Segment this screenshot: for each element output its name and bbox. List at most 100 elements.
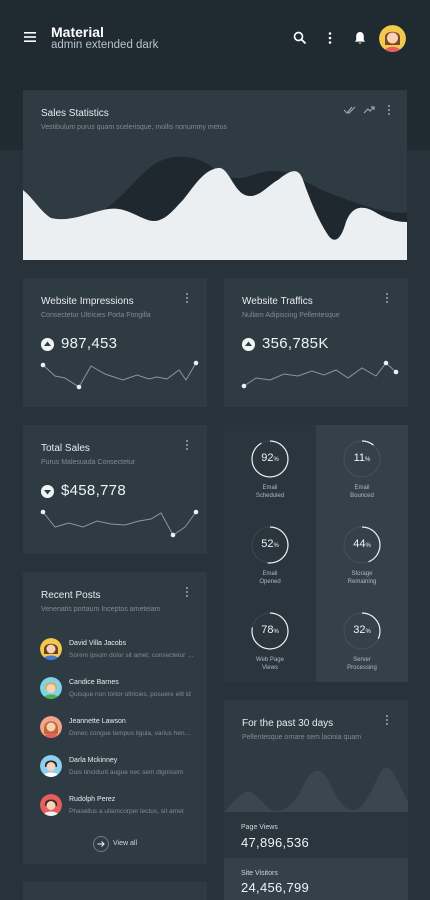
post-excerpt: Sorem ipsum dolor sit amet, consectetur …	[69, 652, 194, 659]
list-item[interactable]: Rudolph Perez Phasellus a ullamcorper le…	[23, 794, 207, 822]
site-visitors-label: Site Visitors	[241, 870, 278, 877]
ring-label-line: Remaining	[347, 579, 377, 585]
card-subtitle: Purus Malesuada Consectetur	[41, 459, 136, 466]
ring-value: 92%	[250, 452, 290, 464]
card-menu-icon[interactable]	[382, 292, 392, 304]
ring-number: 11	[353, 452, 366, 464]
ring-value: 32%	[342, 624, 382, 636]
ring-unit: %	[365, 629, 371, 635]
ring-label-line: Bounced	[350, 493, 374, 499]
avatar	[40, 716, 62, 738]
ring-number: 78	[261, 624, 274, 636]
past-30-days-card: For the past 30 days Pellentesque ornare…	[224, 700, 408, 900]
ring-label-line: Processing	[347, 665, 377, 671]
card-menu-icon[interactable]	[384, 104, 394, 116]
past30-wave	[224, 767, 408, 812]
check-all-icon[interactable]	[343, 104, 357, 116]
ring-value: 52%	[250, 538, 290, 550]
ring-value: 44%	[342, 538, 382, 550]
ring-unit: %	[365, 457, 371, 463]
card-subtitle: Consectetur Ultricies Porta Fringilla	[41, 312, 151, 319]
card-subtitle: Pellentesque ornare sem lacinia quam	[242, 734, 362, 741]
ring-label-line: Server	[353, 657, 371, 663]
ring-number: 52	[261, 538, 274, 550]
ring-label-line: Email	[262, 571, 278, 577]
page-views-label: Page Views	[241, 824, 278, 831]
ring-unit: %	[273, 629, 279, 635]
card-menu-icon[interactable]	[382, 714, 392, 726]
card-title: For the past 30 days	[242, 718, 334, 729]
site-visitors-value: 24,456,799	[241, 880, 310, 895]
view-all-label: View all	[113, 840, 137, 847]
ring-label-line: Scheduled	[255, 493, 285, 499]
card-subtitle: Vestibulum purus quam scelerisque, molli…	[41, 124, 227, 131]
ring-number: 32	[353, 624, 366, 636]
ring-number: 44	[353, 538, 366, 550]
post-author: Rudolph Perez	[69, 796, 116, 803]
total-sales-sparkline	[40, 509, 199, 538]
post-excerpt: Duis tincidunt augue nec sem dignissim	[69, 769, 184, 776]
past30-wave-chart	[224, 767, 408, 812]
list-item[interactable]: Candice Barnes Quisque non tortor ultric…	[23, 677, 207, 705]
card-title: Sales Statistics	[41, 108, 109, 119]
ring-label-line: Opened	[259, 579, 281, 585]
card-title: Website Impressions	[41, 296, 134, 307]
website-impressions-card: Website Impressions Consectetur Ultricie…	[23, 278, 207, 407]
app-subtitle: admin extended dark	[51, 39, 159, 51]
avatar	[40, 794, 62, 816]
list-item[interactable]: Darla Mckinney Duis tincidunt augue nec …	[23, 755, 207, 783]
ring-label-line: Email	[354, 485, 370, 491]
recent-posts-card: Recent Posts Venenatis portaum Inceptos …	[23, 572, 207, 864]
post-excerpt: Quisque non tortor ultricies, posuere el…	[69, 691, 191, 698]
card-subtitle: Venenatis portaum Inceptos ameteiam	[41, 606, 161, 613]
menu-icon[interactable]	[20, 27, 40, 47]
card-title: Total Sales	[41, 443, 90, 454]
app-title: Material	[51, 24, 104, 40]
post-author: Candice Barnes	[69, 679, 119, 686]
ring-value: 78%	[250, 624, 290, 636]
ring-label: Email Bounced	[312, 484, 412, 500]
more-vert-icon[interactable]	[322, 30, 338, 46]
ring-unit: %	[273, 543, 279, 549]
ring-label: Web Page Views	[220, 656, 320, 672]
page-views-value: 47,896,536	[241, 835, 310, 850]
list-item[interactable]: David Villa Jacobs Sorem ipsum dolor sit…	[23, 638, 207, 666]
list-item[interactable]: Jeannette Lawson Donec congue tempus lig…	[23, 716, 207, 744]
ring-label-line: Storage	[351, 571, 373, 577]
avatar	[40, 638, 62, 660]
arrow-down-icon	[41, 485, 54, 498]
ring-label-line: Views	[262, 665, 278, 671]
ring-label: Email Scheduled	[220, 484, 320, 500]
sales-area-chart	[23, 156, 407, 260]
arrow-up-icon	[242, 338, 255, 351]
ring-unit: %	[365, 543, 371, 549]
next-card	[23, 882, 207, 900]
avatar[interactable]	[379, 25, 406, 52]
ring-label: Storage Remaining	[312, 570, 412, 586]
ring-number: 92	[261, 452, 274, 464]
post-author: Jeannette Lawson	[69, 718, 126, 725]
view-all-button[interactable]: View all	[93, 836, 153, 852]
ring-label-line: Email	[262, 485, 278, 491]
card-menu-icon[interactable]	[182, 292, 192, 304]
bell-icon[interactable]	[352, 30, 368, 46]
sales-statistics-card: Sales Statistics Vestibulum purus quam s…	[23, 90, 407, 260]
ring-label-line: Web Page	[256, 657, 284, 663]
post-author: David Villa Jacobs	[69, 640, 127, 647]
card-menu-icon[interactable]	[182, 586, 192, 598]
arrow-right-icon	[93, 836, 109, 852]
website-traffics-card: Website Traffics Nullam Adipiscing Pelle…	[224, 278, 408, 407]
card-title: Recent Posts	[41, 590, 101, 601]
search-icon[interactable]	[292, 30, 308, 46]
total-sales-card: Total Sales Purus Malesuada Consectetur …	[23, 425, 207, 554]
app-header: Material admin extended dark	[0, 0, 430, 76]
impressions-sparkline	[40, 360, 199, 390]
page-views-stat: Page Views 47,896,536	[224, 812, 408, 858]
ring-value: 11%	[342, 452, 382, 464]
post-excerpt: Donec congue tempus ligula, varius hendr…	[69, 730, 194, 737]
card-menu-icon[interactable]	[182, 439, 192, 451]
avatar	[40, 677, 62, 699]
traffics-value: 356,785K	[262, 335, 329, 352]
trending-up-icon[interactable]	[363, 104, 376, 116]
ring-label: Email Opened	[220, 570, 320, 586]
